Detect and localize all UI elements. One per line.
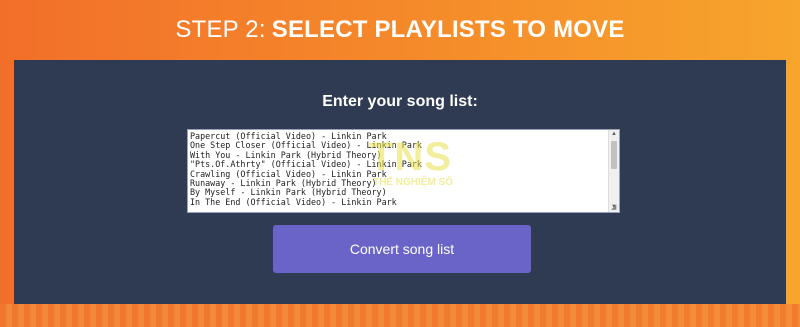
song-list-text[interactable]: Papercut (Official Video) - Linkin Park O… [190,132,607,212]
step-number: STEP 2: [175,16,266,43]
song-list-scrollbar[interactable]: ▲ ▼ [608,130,619,212]
step-title: SELECT PLAYLISTS TO MOVE [271,16,625,43]
song-line: In The End (Official Video) - Linkin Par… [190,196,397,207]
song-list-textarea[interactable]: Papercut (Official Video) - Linkin Park O… [187,129,620,213]
scroll-up-icon[interactable]: ▲ [609,130,619,139]
bottom-decoration [0,304,800,327]
resize-grip-icon[interactable]: ◢ [611,204,618,211]
scroll-thumb[interactable] [611,141,617,169]
page-header: STEP 2: SELECT PLAYLISTS TO MOVE [0,0,800,60]
song-list-prompt: Enter your song list: [322,93,478,110]
song-list-panel: Enter your song list: Papercut (Official… [14,60,786,304]
convert-song-list-button[interactable]: Convert song list [273,225,531,273]
